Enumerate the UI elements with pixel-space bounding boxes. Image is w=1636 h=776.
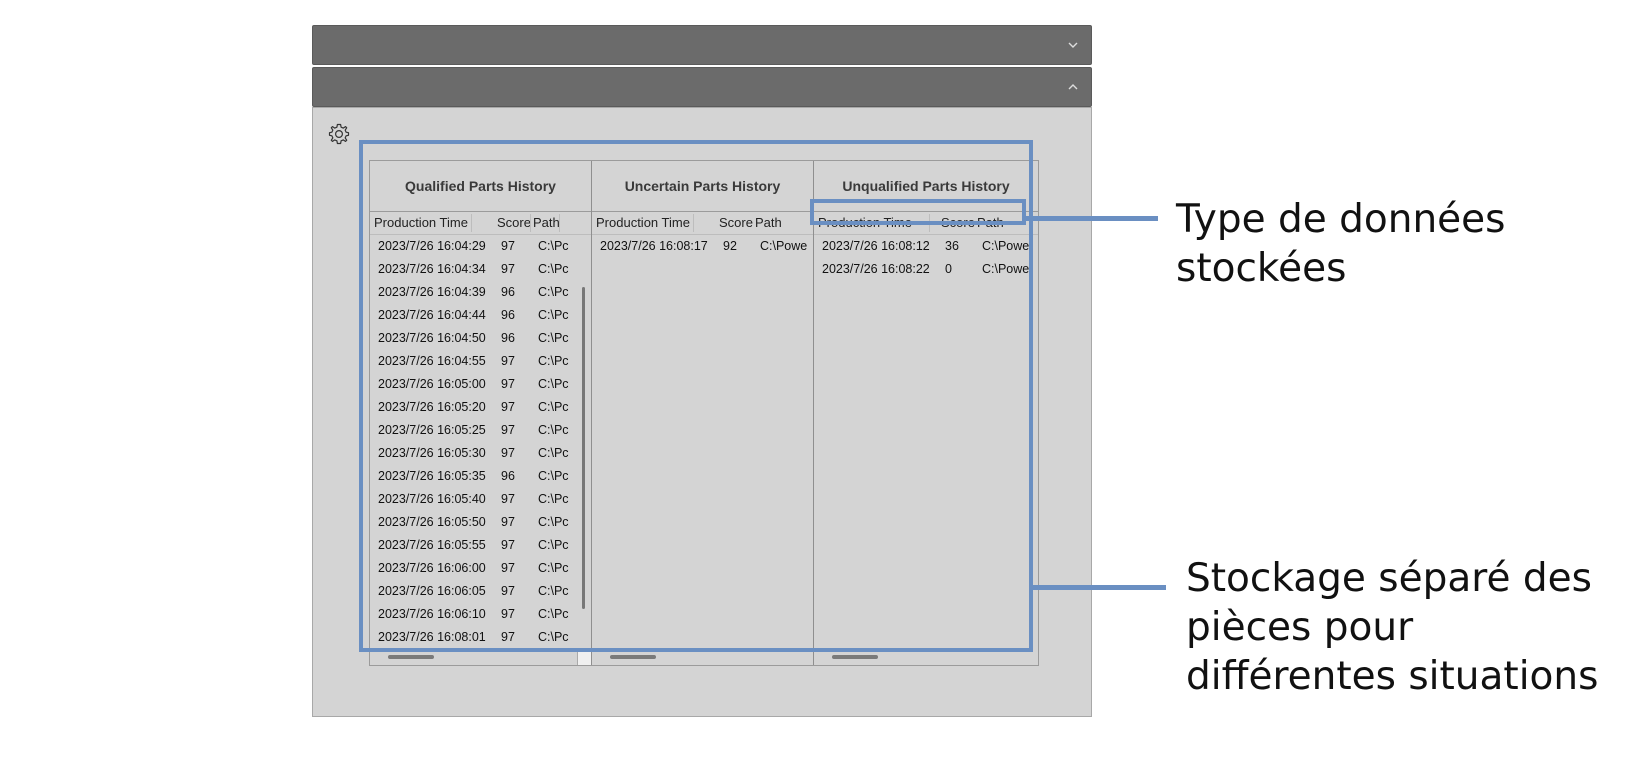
- scroll-corner: [577, 651, 591, 665]
- collapsed-section-header[interactable]: [312, 25, 1092, 65]
- gear-icon[interactable]: [327, 122, 351, 146]
- horizontal-scrollbar[interactable]: [388, 655, 434, 659]
- horizontal-scrollbar[interactable]: [832, 655, 878, 659]
- callout-line-separate-storage: [1033, 585, 1166, 590]
- expanded-section-header[interactable]: [312, 67, 1092, 107]
- callout-line-data-type: [1026, 216, 1158, 221]
- horizontal-scrollbar[interactable]: [610, 655, 656, 659]
- chevron-down-icon[interactable]: [1065, 37, 1081, 53]
- chevron-up-icon[interactable]: [1065, 79, 1081, 95]
- header-highlight-box: [810, 199, 1026, 225]
- callout-data-type: Type de données stockées: [1176, 197, 1506, 291]
- callout-separate-storage: Stockage séparé des pièces pour différen…: [1186, 556, 1599, 699]
